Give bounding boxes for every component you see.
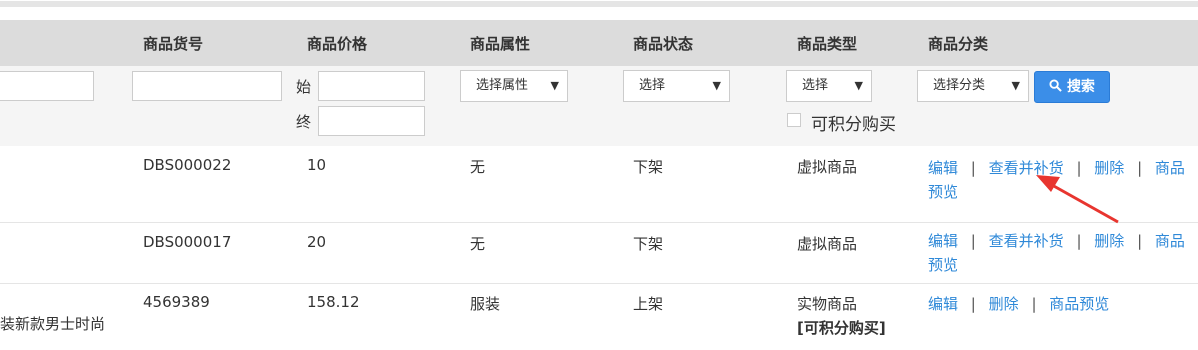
header-type: 商品类型: [797, 35, 858, 53]
preview-link[interactable]: 商品: [1155, 232, 1185, 250]
product-code: DBS000022: [143, 156, 232, 174]
name-filter-input[interactable]: [0, 71, 94, 101]
delete-link[interactable]: 删除: [989, 295, 1019, 313]
row-actions: 编辑 | 查看并补货 | 删除 | 商品 预览: [928, 156, 1198, 204]
table-header: 商品货号 商品价格 商品属性 商品状态 商品类型 商品分类: [0, 20, 1198, 66]
attr-select[interactable]: 选择属性 ▼: [460, 70, 568, 102]
action-separator: |: [1031, 295, 1037, 313]
points-purchase-badge: [可积分购买]: [797, 319, 886, 337]
preview-link-wrap[interactable]: 预览: [928, 183, 958, 201]
price-end-input[interactable]: [318, 106, 425, 136]
product-code: 4569389: [143, 293, 210, 311]
delete-link[interactable]: 删除: [1094, 232, 1124, 250]
table-row: DBS000017 20 无 下架 虚拟商品 编辑 | 查看并补货 | 删除 |…: [0, 223, 1198, 284]
category-select-value: 选择分类: [933, 78, 986, 93]
chevron-down-icon: ▼: [854, 79, 863, 92]
header-category: 商品分类: [928, 35, 989, 53]
product-type: 实物商品: [797, 295, 858, 313]
product-type: 虚拟商品: [797, 235, 858, 253]
header-price: 商品价格: [307, 35, 368, 53]
restock-link[interactable]: 查看并补货: [989, 232, 1064, 250]
status-select[interactable]: 选择 ▼: [623, 70, 730, 102]
product-price: 10: [307, 156, 327, 174]
edit-link[interactable]: 编辑: [928, 232, 958, 250]
preview-link-wrap[interactable]: 预览: [928, 256, 958, 274]
edit-link[interactable]: 编辑: [928, 159, 958, 177]
preview-link[interactable]: 商品: [1155, 159, 1185, 177]
action-separator: |: [1076, 232, 1082, 250]
points-purchase-label: 可积分购买: [811, 115, 896, 135]
delete-link[interactable]: 删除: [1094, 159, 1124, 177]
chevron-down-icon: ▼: [1011, 79, 1020, 92]
action-separator: |: [1137, 159, 1143, 177]
table-row: 装新款男士时尚 4569389 158.12 服装 上架 实物商品 [可积分购买…: [0, 284, 1198, 350]
chevron-down-icon: ▼: [712, 79, 721, 92]
product-status: 下架: [633, 158, 664, 176]
row-actions: 编辑 | 删除 | 商品预览: [928, 293, 1198, 314]
product-price: 20: [307, 233, 327, 251]
edit-link[interactable]: 编辑: [928, 295, 958, 313]
chevron-down-icon: ▼: [550, 79, 559, 92]
attr-select-value: 选择属性: [476, 78, 529, 93]
status-select-value: 选择: [639, 78, 666, 93]
points-purchase-checkbox[interactable]: [787, 113, 801, 127]
action-separator: |: [970, 295, 976, 313]
product-status: 下架: [633, 235, 664, 253]
price-start-label: 始: [296, 78, 312, 96]
row-actions: 编辑 | 查看并补货 | 删除 | 商品 预览: [928, 229, 1198, 277]
product-price: 158.12: [307, 293, 360, 311]
price-end-label: 终: [296, 113, 312, 131]
header-code: 商品货号: [143, 35, 204, 53]
type-select-value: 选择: [802, 78, 829, 93]
search-button-label: 搜索: [1066, 79, 1095, 95]
price-start-input[interactable]: [318, 71, 425, 101]
header-attr: 商品属性: [470, 35, 531, 53]
action-separator: |: [970, 232, 976, 250]
product-attr: 无: [470, 158, 486, 176]
filter-row: 始 终 选择属性 ▼ 选择 ▼ 选择 ▼ 可积分购买 选择分类 ▼ 搜索: [0, 66, 1198, 147]
code-filter-input[interactable]: [132, 71, 282, 101]
table-row: DBS000022 10 无 下架 虚拟商品 编辑 | 查看并补货 | 删除 |…: [0, 146, 1198, 223]
action-separator: |: [1076, 159, 1082, 177]
preview-link[interactable]: 商品预览: [1049, 295, 1109, 313]
action-separator: |: [970, 159, 976, 177]
type-select[interactable]: 选择 ▼: [786, 70, 872, 102]
product-type: 虚拟商品: [797, 158, 858, 176]
top-divider: [0, 0, 1198, 7]
product-status: 上架: [633, 295, 664, 313]
product-attr: 无: [470, 235, 486, 253]
header-status: 商品状态: [633, 35, 694, 53]
restock-link[interactable]: 查看并补货: [989, 159, 1064, 177]
search-button[interactable]: 搜索: [1034, 71, 1110, 103]
action-separator: |: [1137, 232, 1143, 250]
search-icon: [1049, 79, 1062, 92]
product-name: 装新款男士时尚: [0, 315, 106, 333]
product-attr: 服装: [470, 295, 501, 313]
product-code: DBS000017: [143, 233, 232, 251]
category-select[interactable]: 选择分类 ▼: [917, 70, 1029, 102]
